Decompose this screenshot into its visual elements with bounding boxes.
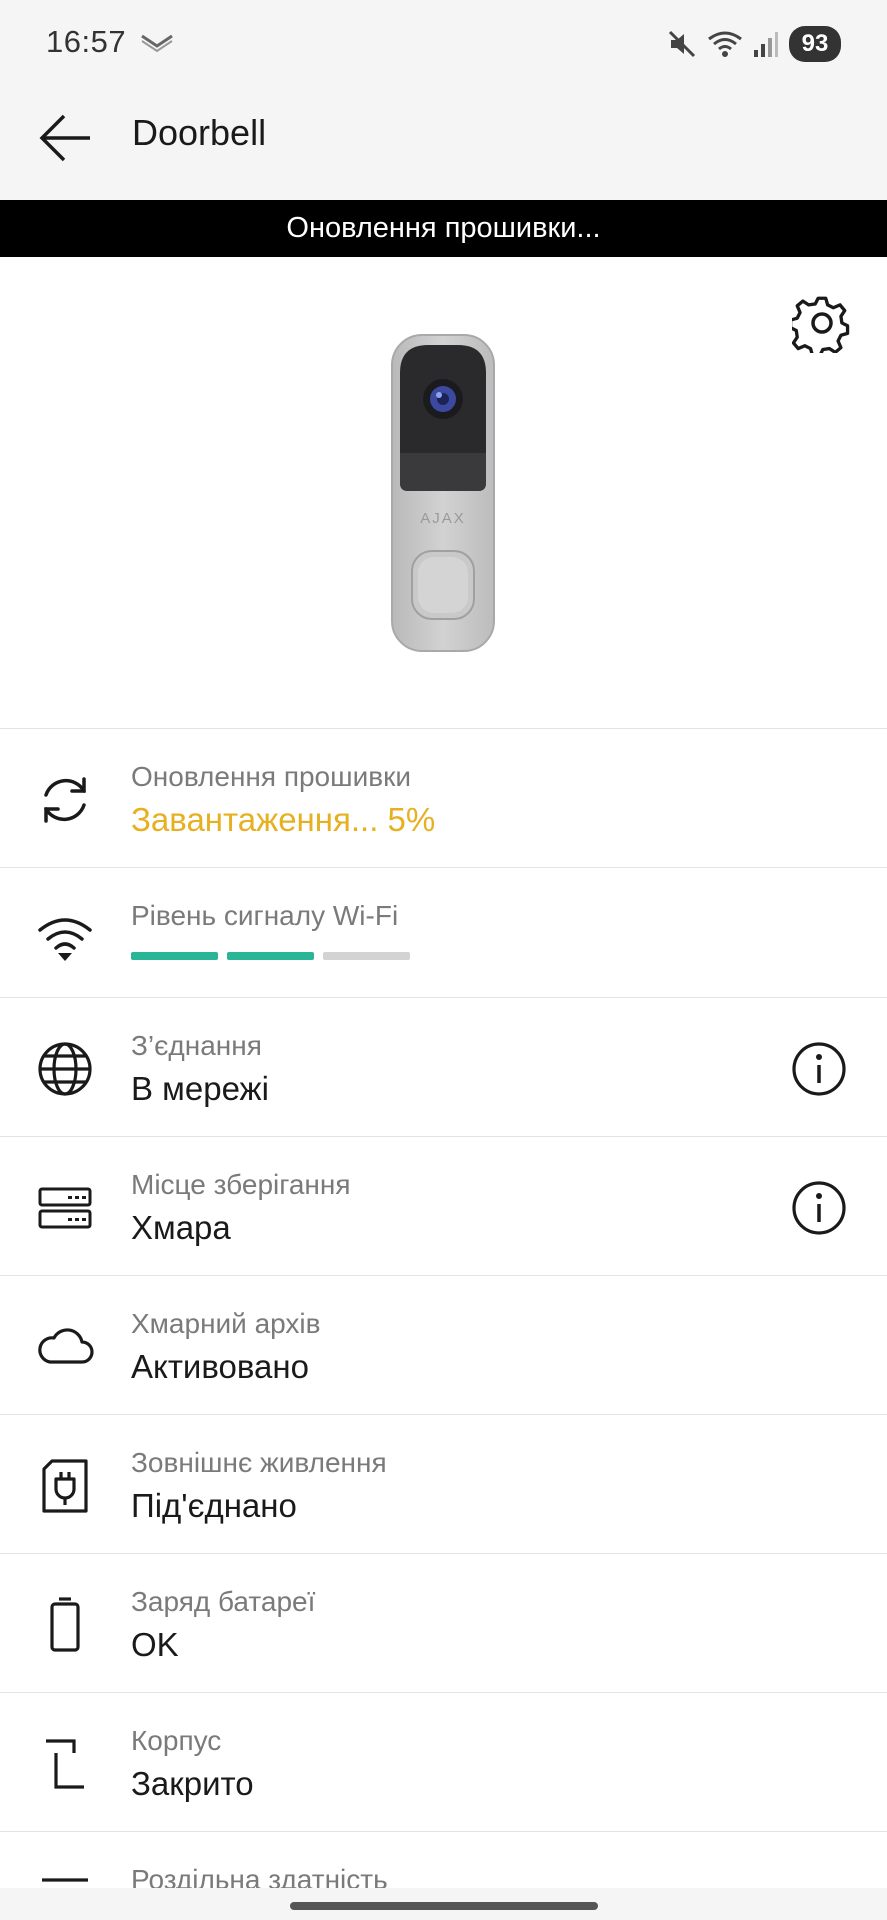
storage-icon — [38, 1187, 92, 1229]
list-item-value: OK — [131, 1626, 179, 1663]
wifi-status-icon — [708, 31, 742, 57]
chevron-notification-icon — [141, 34, 173, 52]
list-item-label: Хмарний архів — [131, 1308, 321, 1339]
back-arrow-icon[interactable] — [36, 108, 96, 168]
app-bar: Doorbell — [0, 90, 887, 200]
device-info-list: Оновлення прошивки Завантаження... 5% Рі… — [0, 728, 887, 1920]
info-icon[interactable] — [790, 1040, 848, 1098]
battery-level-badge: 93 — [789, 26, 841, 62]
home-gesture-handle[interactable] — [290, 1902, 598, 1910]
firmware-progress-text: Завантаження... 5% — [131, 801, 436, 838]
wifi-signal-meter — [131, 952, 410, 960]
cloud-icon — [38, 1328, 94, 1364]
gear-icon[interactable] — [792, 293, 852, 353]
power-plug-icon — [42, 1459, 88, 1513]
list-item-label: Оновлення прошивки — [131, 761, 411, 792]
list-item-label: Рівень сигналу Wi-Fi — [131, 900, 399, 931]
list-item-storage[interactable]: Місце зберігання Хмара — [0, 1136, 887, 1275]
page-title: Doorbell — [132, 112, 267, 153]
list-item-external-power[interactable]: Зовнішнє живлення Під'єднано — [0, 1414, 887, 1553]
tamper-icon — [46, 1739, 84, 1789]
firmware-update-banner: Оновлення прошивки... — [0, 200, 887, 257]
signal-bar — [323, 952, 410, 960]
wifi-icon — [38, 918, 92, 961]
list-item-connection[interactable]: З’єднання В мережі — [0, 997, 887, 1136]
cell-signal-icon — [754, 32, 778, 57]
list-item-casing[interactable]: Корпус Закрито — [0, 1692, 887, 1831]
list-item-wifi-signal[interactable]: Рівень сигналу Wi-Fi — [0, 867, 887, 997]
list-item-label: Корпус — [131, 1725, 222, 1756]
status-icons: 93 — [667, 26, 841, 62]
list-item-label: Заряд батареї — [131, 1586, 316, 1617]
list-item-value: Хмара — [131, 1209, 231, 1246]
list-item-battery[interactable]: Заряд батареї OK — [0, 1553, 887, 1692]
list-item-value: Закрито — [131, 1765, 254, 1802]
list-item-value: В мережі — [131, 1070, 269, 1107]
list-item-value: Активовано — [131, 1348, 309, 1385]
status-bar: 16:57 93 — [0, 0, 887, 90]
list-item-cloud-archive[interactable]: Хмарний архів Активовано — [0, 1275, 887, 1414]
device-hero: AJAX — [0, 257, 887, 729]
status-time: 16:57 — [46, 24, 127, 59]
battery-icon — [50, 1597, 80, 1652]
list-item-value: Під'єднано — [131, 1487, 297, 1524]
doorbell-device-image: AJAX — [391, 334, 495, 652]
globe-icon — [38, 1042, 92, 1096]
info-icon[interactable] — [790, 1179, 848, 1237]
sync-icon — [44, 777, 86, 823]
list-item-firmware-update[interactable]: Оновлення прошивки Завантаження... 5% — [0, 728, 887, 867]
brand-logo: AJAX — [420, 510, 466, 527]
gesture-bar — [0, 1888, 887, 1920]
list-item-label: З’єднання — [131, 1030, 262, 1061]
signal-bar — [227, 952, 314, 960]
list-item-label: Місце зберігання — [131, 1169, 351, 1200]
list-item-label: Зовнішнє живлення — [131, 1447, 387, 1478]
mute-icon — [668, 30, 696, 58]
signal-bar — [131, 952, 218, 960]
